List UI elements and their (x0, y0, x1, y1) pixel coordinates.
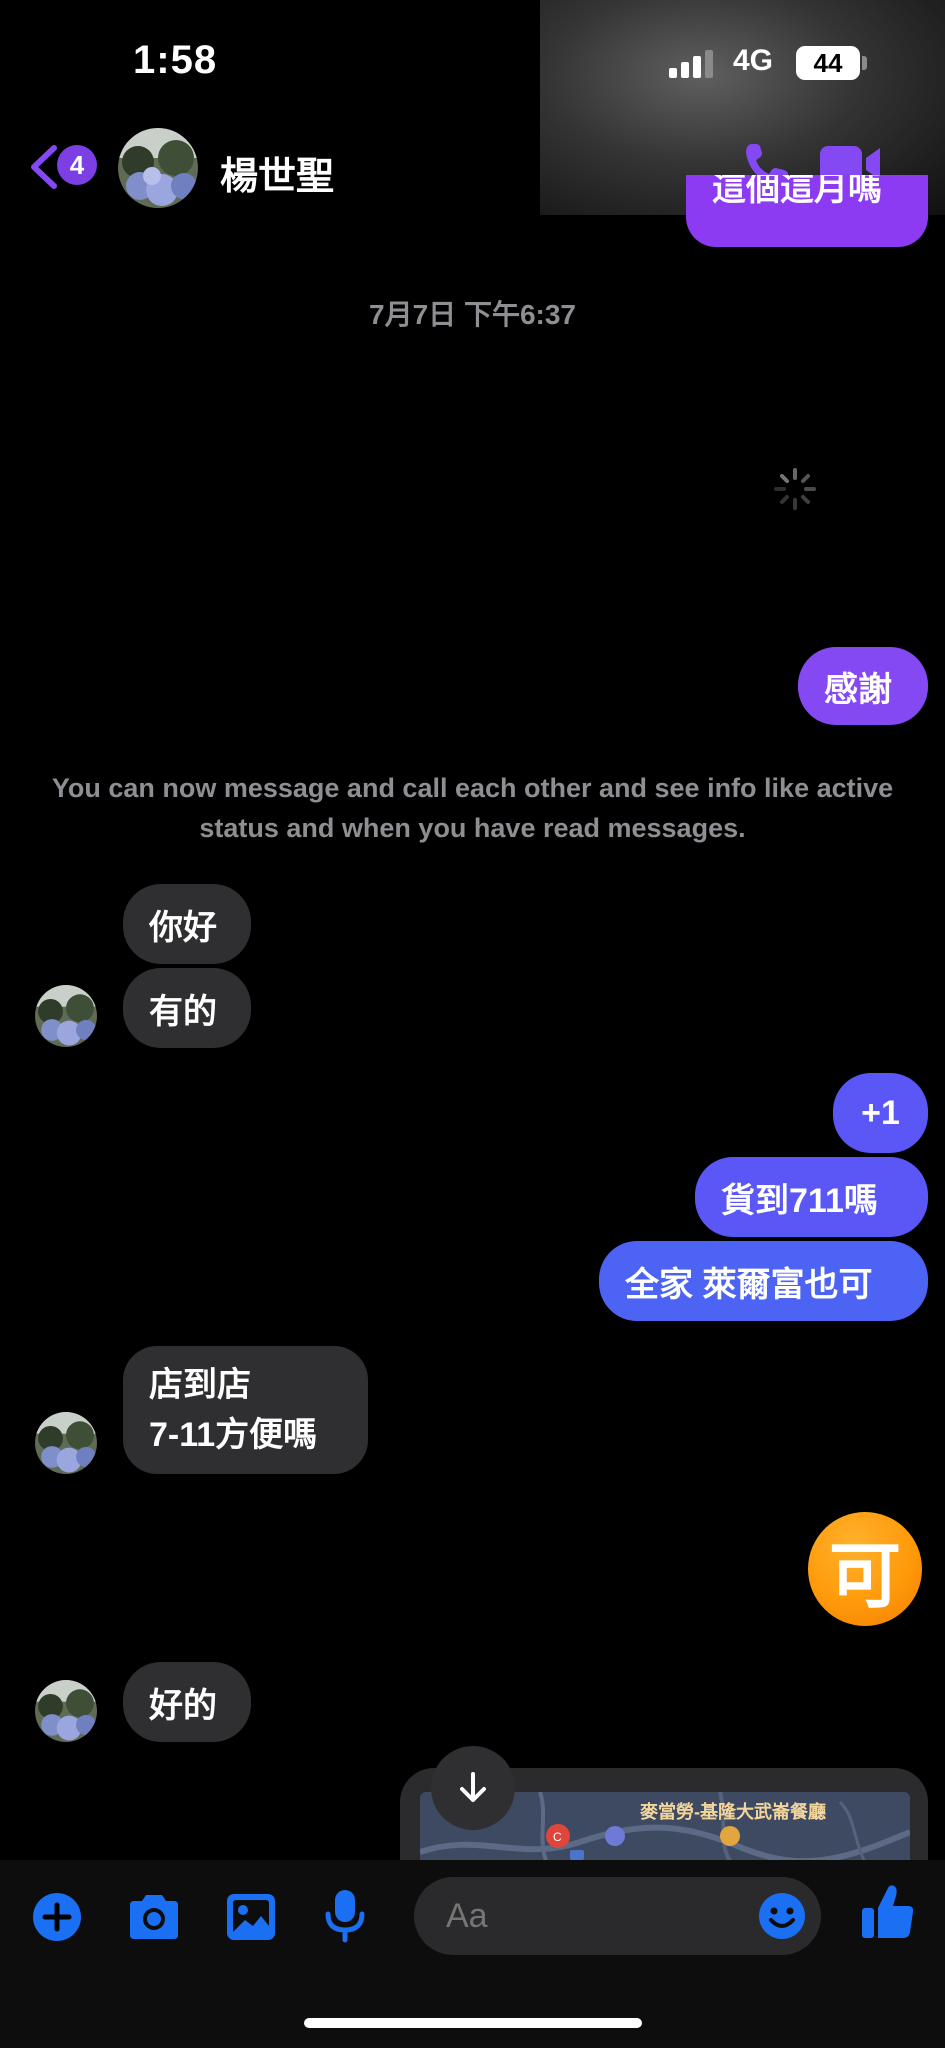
outgoing-message-bubble[interactable]: 感謝 (798, 647, 928, 725)
battery-nub (862, 56, 867, 70)
network-type: 4G (733, 44, 774, 77)
message-text-line: 7-11方便嗎 (149, 1416, 318, 1454)
plus-icon[interactable] (32, 1892, 82, 1942)
message-input[interactable] (446, 1877, 746, 1955)
signal-strength-icon (669, 50, 713, 78)
message-text: 你好 (149, 908, 217, 947)
incoming-message-bubble[interactable]: 店到店 7-11方便嗎 (123, 1346, 368, 1474)
incoming-message-bubble[interactable]: 好的 (123, 1662, 251, 1742)
microphone-icon[interactable] (324, 1888, 366, 1944)
sender-avatar[interactable] (35, 1680, 97, 1742)
contact-name[interactable]: 楊世聖 (220, 145, 334, 200)
contact-avatar[interactable] (118, 128, 198, 208)
message-text: 感謝 (824, 670, 892, 709)
outgoing-message-bubble[interactable]: 全家 萊爾富也可 (599, 1241, 928, 1321)
message-text: 有的 (149, 992, 217, 1031)
map-place-label: 麥當勞-基隆大武崙餐廳 (640, 1802, 826, 1822)
conversation-timestamp: 7月7日 下午6:37 (369, 299, 576, 330)
battery-indicator: 44 (796, 46, 860, 80)
ke-emoji-sticker[interactable]: 可 (808, 1512, 922, 1626)
partial-message-text: 這個這月嗎 (712, 175, 882, 208)
outgoing-message-bubble[interactable]: +1 (833, 1073, 928, 1153)
message-text: +1 (861, 1093, 900, 1132)
message-text: 好的 (149, 1686, 217, 1725)
message-text: 全家 萊爾富也可 (625, 1265, 873, 1304)
thumbs-up-icon[interactable] (860, 1882, 916, 1942)
system-note: You can now message and call each other … (51, 773, 894, 843)
outgoing-message-bubble[interactable]: 貨到711嗎 (695, 1157, 928, 1237)
scroll-to-bottom-button[interactable] (431, 1746, 515, 1830)
camera-icon[interactable] (126, 1893, 182, 1941)
emoji-icon[interactable] (758, 1892, 806, 1940)
svg-text:C: C (553, 1830, 562, 1844)
home-indicator (304, 2018, 642, 2028)
arrow-down-icon (460, 1772, 486, 1802)
sender-avatar[interactable] (35, 1412, 97, 1474)
incoming-message-bubble[interactable]: 你好 (123, 884, 251, 964)
sender-avatar[interactable] (35, 985, 97, 1047)
gallery-icon[interactable] (225, 1892, 277, 1942)
message-text-line: 店到店 (149, 1366, 251, 1404)
status-time: 1:58 (133, 38, 218, 82)
incoming-message-bubble[interactable]: 有的 (123, 968, 251, 1048)
message-composer[interactable] (414, 1877, 821, 1955)
spinner-icon (774, 468, 816, 510)
message-text: 貨到711嗎 (721, 1181, 878, 1220)
message-bubble-partial[interactable]: 這個這月嗎 (686, 175, 928, 247)
unread-count-badge[interactable]: 4 (57, 145, 97, 185)
